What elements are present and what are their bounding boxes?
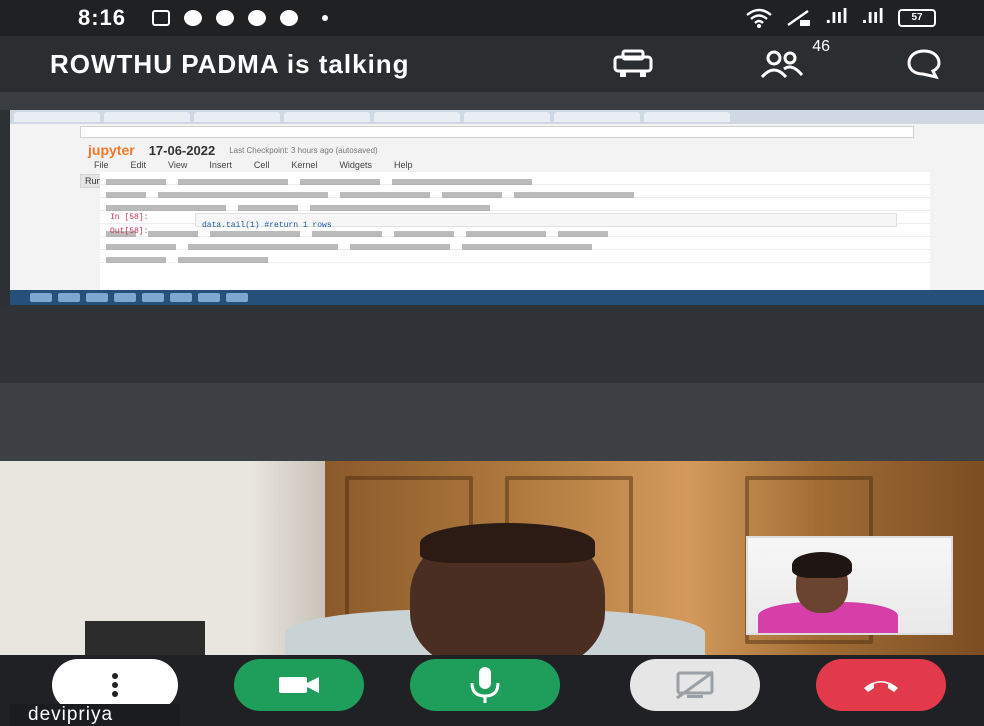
- phone-icon: [216, 10, 235, 26]
- more-notifications-icon: [322, 15, 329, 21]
- status-bar: 8:16 .ııl .ııl 57: [0, 0, 984, 36]
- menu-edit: Edit: [130, 160, 147, 170]
- camera-toggle-button[interactable]: [234, 659, 364, 711]
- jupyter-menu: File Edit View Insert Cell Kernel Widget…: [10, 160, 984, 172]
- taskbar-app-icon: [86, 293, 108, 302]
- hang-up-icon: [864, 681, 898, 692]
- table-row: [100, 174, 930, 185]
- jupyter-title-row: jupyter 17-06-2022 Last Checkpoint: 3 ho…: [10, 140, 984, 160]
- battery-icon: 57: [898, 8, 936, 27]
- browser-tab: [554, 112, 640, 122]
- menu-kernel: Kernel: [291, 160, 318, 170]
- chat-bubble-icon: [907, 49, 941, 80]
- presentation-padding: [0, 305, 984, 383]
- table-row: [100, 187, 930, 198]
- signal-strength-2: .ııl: [861, 6, 884, 28]
- shared-screen: jupyter 17-06-2022 Last Checkpoint: 3 ho…: [10, 110, 984, 305]
- browser-tab: [14, 112, 100, 122]
- self-view-video[interactable]: [746, 536, 953, 635]
- taskbar-app-icon: [198, 293, 220, 302]
- presentation-padding-lower: [0, 383, 984, 461]
- menu-view: View: [168, 160, 188, 170]
- windows-taskbar: [10, 290, 984, 305]
- menu-file: File: [94, 160, 109, 170]
- participants-button[interactable]: 46: [752, 38, 830, 84]
- browser-tab: [464, 112, 550, 122]
- people-icon: [760, 50, 804, 79]
- browser-tab: [374, 112, 460, 122]
- code-cell: data.tail(1) #return 1 rows: [195, 213, 897, 230]
- microphone-toggle-button[interactable]: [410, 659, 560, 711]
- self-name: devipriya: [28, 704, 114, 725]
- cell-out-label: Out[58]:: [110, 227, 149, 236]
- divider-strip: [0, 92, 984, 110]
- start-icon: [30, 293, 52, 302]
- wifi-icon: [745, 8, 772, 28]
- present-screen-icon: [676, 670, 714, 700]
- chat-button[interactable]: [896, 44, 952, 84]
- notification-icons: [152, 10, 329, 26]
- audio-output-button[interactable]: [598, 44, 668, 84]
- notebook-title: 17-06-2022: [148, 142, 216, 158]
- call-signal-icon: [786, 9, 810, 26]
- call-header: ROWTHU PADMA is talking 46: [0, 36, 984, 92]
- checkpoint-status: Last Checkpoint: 3 hours ago (autosaved): [229, 145, 378, 155]
- menu-cell: Cell: [253, 160, 270, 170]
- output-table: [100, 172, 930, 292]
- end-call-button[interactable]: [816, 659, 946, 711]
- participant-count: 46: [812, 38, 830, 55]
- active-speaker-label: ROWTHU PADMA is talking: [50, 48, 410, 79]
- browser-tab: [284, 112, 370, 122]
- taskbar-app-icon: [58, 293, 80, 302]
- present-screen-button[interactable]: [630, 659, 760, 711]
- car-audio-icon: [613, 49, 653, 77]
- taskbar-app-icon: [226, 293, 248, 302]
- menu-widgets: Widgets: [339, 160, 372, 170]
- code-text: data.tail(1) #return 1 rows: [202, 221, 332, 230]
- video-camera-icon: [279, 677, 319, 693]
- table-row: [100, 239, 930, 250]
- jupyter-logo: jupyter: [88, 142, 135, 158]
- app-icon: [248, 10, 267, 26]
- signal-strength-1: .ııl: [825, 6, 848, 28]
- microphone-icon: [470, 667, 500, 703]
- browser-tab: [104, 112, 190, 122]
- menu-insert: Insert: [209, 160, 232, 170]
- taskbar-app-icon: [114, 293, 136, 302]
- address-bar: [80, 126, 914, 138]
- self-name-tag: devipriya: [10, 704, 180, 726]
- status-right: .ııl .ııl 57: [745, 6, 936, 29]
- table-row: [100, 200, 930, 211]
- taskbar-app-icon: [142, 293, 164, 302]
- menu-help: Help: [393, 160, 413, 170]
- cell-in-label: In [58]:: [110, 213, 149, 222]
- taskbar-app-icon: [170, 293, 192, 302]
- more-vert-icon: [112, 673, 118, 697]
- status-time: 8:16: [78, 5, 127, 30]
- meet-icon: [280, 10, 299, 26]
- browser-tabs: [10, 110, 984, 124]
- browser-tab: [194, 112, 280, 122]
- chat-icon: [184, 10, 203, 26]
- table-row: [100, 252, 930, 263]
- message-icon: [152, 10, 171, 26]
- browser-tab: [644, 112, 730, 122]
